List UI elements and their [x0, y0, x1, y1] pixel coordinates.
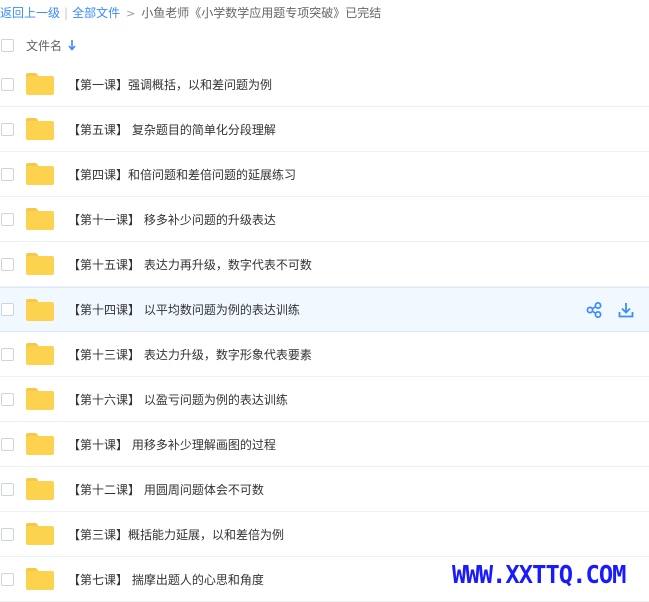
- breadcrumb-arrow: >: [126, 7, 136, 20]
- row-actions: [585, 288, 635, 331]
- row-checkbox[interactable]: [1, 122, 14, 136]
- file-row[interactable]: 【第十四课】 以平均数问题为例的表达训练: [0, 287, 649, 332]
- file-row[interactable]: 【第十六课】 以盈亏问题为例的表达训练: [0, 377, 649, 422]
- row-checkbox[interactable]: [1, 392, 14, 406]
- back-link[interactable]: 返回上一级: [0, 6, 60, 20]
- file-name[interactable]: 【第三课】概括能力延展，以和差倍为例: [68, 526, 284, 543]
- file-list: 【第一课】强调概括，以和差问题为例 【第五课】 复杂题目的简单化分段理解【第四课】…: [0, 62, 649, 602]
- file-row[interactable]: 【第四课】和倍问题和差倍问题的延展练习: [0, 152, 649, 197]
- file-name[interactable]: 【第十六课】 以盈亏问题为例的表达训练: [68, 391, 288, 408]
- file-name[interactable]: 【第十一课】 移多补少问题的升级表达: [68, 211, 276, 228]
- file-row[interactable]: 【第三课】概括能力延展，以和差倍为例: [0, 512, 649, 557]
- folder-icon: [26, 253, 54, 275]
- file-name[interactable]: 【第十课】 用移多补少理解画图的过程: [68, 436, 276, 453]
- row-checkbox[interactable]: [1, 77, 14, 91]
- file-row[interactable]: 【第十二课】 用圆周问题体会不可数: [0, 467, 649, 512]
- file-row[interactable]: 【第十五课】 表达力再升级，数字代表不可数: [0, 242, 649, 287]
- file-row[interactable]: 【第十课】 用移多补少理解画图的过程: [0, 422, 649, 467]
- share-icon[interactable]: [585, 301, 603, 319]
- file-name[interactable]: 【第十三课】 表达力升级，数字形象代表要素: [68, 346, 312, 363]
- file-row[interactable]: 【第十三课】 表达力升级，数字形象代表要素: [0, 332, 649, 377]
- column-header-filename[interactable]: 文件名: [26, 37, 62, 54]
- folder-icon: [26, 73, 54, 95]
- file-name[interactable]: 【第一课】强调概括，以和差问题为例: [68, 76, 272, 93]
- watermark: WWW.XXTTQ.COM: [452, 560, 626, 589]
- row-checkbox[interactable]: [1, 212, 14, 226]
- breadcrumb-separator: |: [64, 6, 69, 20]
- folder-icon: [26, 433, 54, 455]
- row-checkbox[interactable]: [1, 257, 14, 271]
- row-checkbox[interactable]: [1, 167, 14, 181]
- folder-icon: [26, 118, 54, 140]
- row-checkbox[interactable]: [1, 347, 14, 361]
- breadcrumb: 返回上一级 | 全部文件 > 小鱼老师《小学数学应用题专项突破》已完结: [0, 0, 381, 26]
- file-name[interactable]: 【第十二课】 用圆周问题体会不可数: [68, 481, 264, 498]
- folder-icon: [26, 478, 54, 500]
- folder-icon: [26, 298, 54, 321]
- select-all-checkbox[interactable]: [1, 38, 14, 52]
- row-checkbox[interactable]: [1, 482, 14, 496]
- arrow-down-icon[interactable]: [68, 39, 76, 51]
- file-name[interactable]: 【第七课】 揣摩出题人的心思和角度: [68, 571, 264, 588]
- file-row[interactable]: 【第五课】 复杂题目的简单化分段理解: [0, 107, 649, 152]
- folder-icon: [26, 208, 54, 230]
- file-name[interactable]: 【第十五课】 表达力再升级，数字代表不可数: [68, 256, 312, 273]
- list-header: 文件名: [0, 30, 649, 60]
- folder-icon: [26, 163, 54, 185]
- file-row[interactable]: 【第十一课】 移多补少问题的升级表达: [0, 197, 649, 242]
- file-name[interactable]: 【第四课】和倍问题和差倍问题的延展练习: [68, 166, 296, 183]
- row-checkbox[interactable]: [1, 303, 14, 316]
- all-files-link[interactable]: 全部文件: [72, 6, 120, 20]
- folder-icon: [26, 343, 54, 365]
- file-name[interactable]: 【第十四课】 以平均数问题为例的表达训练: [68, 301, 300, 318]
- row-checkbox[interactable]: [1, 527, 14, 541]
- current-folder-title: 小鱼老师《小学数学应用题专项突破》已完结: [141, 6, 382, 20]
- download-icon[interactable]: [617, 301, 635, 319]
- file-row[interactable]: 【第一课】强调概括，以和差问题为例: [0, 62, 649, 107]
- file-name[interactable]: 【第五课】 复杂题目的简单化分段理解: [68, 121, 276, 138]
- row-checkbox[interactable]: [1, 572, 14, 586]
- row-checkbox[interactable]: [1, 437, 14, 451]
- folder-icon: [26, 523, 54, 545]
- folder-icon: [26, 388, 54, 410]
- folder-icon: [26, 568, 54, 590]
